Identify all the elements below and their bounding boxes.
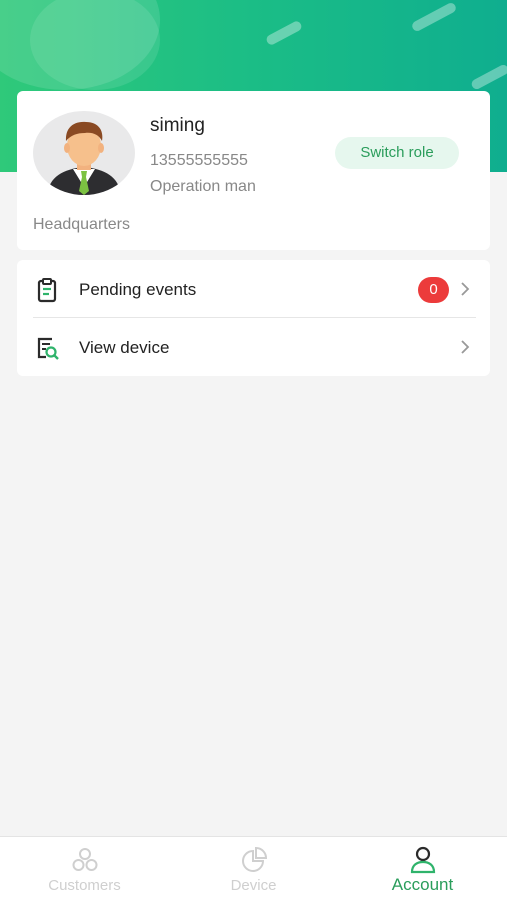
device-chart-icon — [239, 845, 269, 875]
menu-item-pending-events[interactable]: Pending events 0 — [17, 260, 490, 318]
menu-item-view-device[interactable]: View device — [17, 318, 490, 376]
menu-card: Pending events 0 View device — [17, 260, 490, 376]
device-search-icon — [34, 335, 60, 361]
menu-item-label: View device — [79, 338, 170, 357]
tab-label: Account — [391, 875, 454, 894]
user-role: Operation man — [150, 178, 256, 195]
chevron-right-icon — [459, 280, 471, 298]
organization-label: Headquarters — [33, 216, 130, 233]
menu-item-label: Pending events — [79, 280, 197, 299]
account-icon — [408, 845, 438, 875]
tab-account[interactable]: Account — [338, 837, 507, 900]
chevron-right-icon — [459, 338, 471, 356]
phone-number: 13555555555 — [150, 152, 248, 169]
username: siming — [150, 115, 205, 136]
tab-label: Customers — [48, 877, 121, 894]
profile-card: siming 13555555555 Operation man Switch … — [17, 91, 490, 250]
customers-icon — [70, 845, 100, 875]
pending-count-badge: 0 — [418, 277, 449, 303]
clipboard-icon — [34, 277, 60, 303]
switch-role-button[interactable]: Switch role — [335, 137, 459, 169]
avatar[interactable] — [33, 111, 135, 195]
tab-customers[interactable]: Customers — [0, 837, 169, 900]
bottom-tab-bar: Customers Device Account — [0, 836, 507, 900]
tab-device[interactable]: Device — [169, 837, 338, 900]
tab-label: Device — [230, 877, 277, 894]
